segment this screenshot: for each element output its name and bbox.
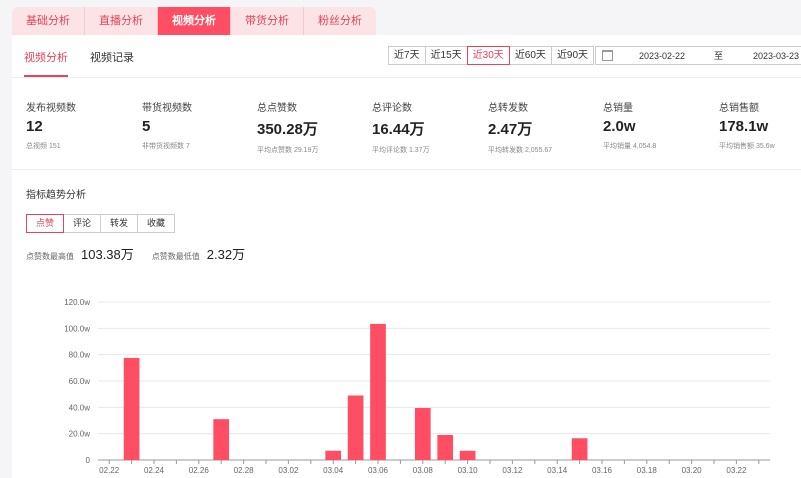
y-tick-label: 40.0w <box>69 403 91 412</box>
metric-comments[interactable]: 评论 <box>63 214 102 233</box>
date-separator: 至 <box>714 51 724 61</box>
x-tick-label: 03.08 <box>413 466 434 475</box>
stat-label: 总销售额 <box>719 103 759 114</box>
likes-bar-chart: 0 20.0w 40.0w 60.0w 80.0w 100.0w 120.0w 02.22 02… <box>64 298 770 475</box>
stat-sub: 平均销量 4,054.8 <box>603 143 657 150</box>
x-tick-label: 03.12 <box>502 466 523 475</box>
x-tick-label: 02.26 <box>189 466 210 475</box>
max-value: 103.38万 <box>81 247 134 262</box>
date-range-picker[interactable]: 2023-02-22 至 2023-03-23 <box>595 46 801 65</box>
y-tick-label: 100.0w <box>64 324 90 333</box>
main-tabs: 基础分析 直播分析 视频分析 带货分析 粉丝分析 <box>12 7 376 35</box>
range-15d[interactable]: 近15天 <box>424 46 468 65</box>
bar-02.23 <box>123 357 140 460</box>
x-tick-label: 03.10 <box>458 466 479 475</box>
x-tick-label: 02.24 <box>144 466 165 475</box>
bar-03.05 <box>347 395 364 460</box>
stat-value: 12 <box>26 118 43 135</box>
metric-favorites[interactable]: 收藏 <box>137 214 176 233</box>
stat-videos: 发布视频数 12 总视频 151 <box>26 99 136 151</box>
subtab-video-records[interactable]: 视频记录 <box>90 49 134 77</box>
y-tick-label: 80.0w <box>69 351 91 360</box>
x-tick-label: 03.20 <box>682 466 703 475</box>
stat-value: 2.0w <box>603 118 636 135</box>
metric-shares[interactable]: 转发 <box>100 214 139 233</box>
range-30d[interactable]: 近30天 <box>466 46 510 65</box>
stat-label: 带货视频数 <box>142 103 192 114</box>
stat-shares: 总转发数 2.47万 平均转发数 2,055.67 <box>488 99 598 155</box>
bar-02.27 <box>213 419 230 460</box>
stat-sub: 平均转发数 2,055.67 <box>488 147 553 154</box>
range-90d[interactable]: 近90天 <box>550 46 595 65</box>
stat-sub: 总视频 151 <box>26 143 61 150</box>
date-end[interactable]: 2023-03-23 <box>753 51 799 61</box>
range-7d[interactable]: 近7天 <box>388 46 426 65</box>
x-tick-label: 03.18 <box>637 466 658 475</box>
stat-goods-videos: 带货视频数 5 非带货视频数 7 <box>142 99 252 151</box>
stat-likes: 总点赞数 350.28万 平均点赞数 29.19万 <box>257 99 367 155</box>
subtab-video-analysis[interactable]: 视频分析 <box>24 49 68 77</box>
stat-sub: 平均评论数 1.37万 <box>372 147 430 154</box>
date-start[interactable]: 2023-02-22 <box>639 51 685 61</box>
metric-tabs: 点赞 评论 转发 收藏 <box>26 214 176 233</box>
divider <box>12 169 801 170</box>
stat-sub: 非带货视频数 7 <box>142 143 190 150</box>
x-tick-label: 03.02 <box>278 466 299 475</box>
x-tick-label: 03.22 <box>726 466 747 475</box>
stat-sales: 总销量 2.0w 平均销量 4,054.8 <box>603 99 713 151</box>
y-tick-label: 60.0w <box>69 377 91 386</box>
bar-03.10 <box>459 450 476 460</box>
bar-03.15 <box>571 438 588 460</box>
bar-03.04 <box>325 450 342 460</box>
max-min-summary: 点赞数最高值 103.38万 点赞数最低值 2.32万 <box>26 244 263 263</box>
stat-sub: 平均点赞数 29.19万 <box>257 147 319 154</box>
stat-label: 总评论数 <box>372 103 412 114</box>
y-tick-label: 20.0w <box>69 430 91 439</box>
stat-label: 总点赞数 <box>257 103 297 114</box>
max-label: 点赞数最高值 <box>26 252 74 261</box>
stat-value: 178.1w <box>719 118 769 135</box>
section-title: 指标趋势分析 <box>26 190 86 201</box>
stat-label: 总转发数 <box>488 103 528 114</box>
x-tick-label: 03.16 <box>592 466 613 475</box>
stat-revenue: 总销售额 178.1w 平均销售额 35.6w <box>719 99 801 151</box>
stat-value: 5 <box>142 118 151 135</box>
stat-label: 总销量 <box>603 103 633 114</box>
stat-sub: 平均销售额 35.6w <box>719 143 775 150</box>
min-value: 2.32万 <box>206 247 246 262</box>
content-card: 视频分析 视频记录 近7天 近15天 近30天 近60天 近90天 2023-0… <box>12 35 801 478</box>
calendar-icon <box>602 50 613 61</box>
x-tick-label: 02.22 <box>99 466 120 475</box>
divider <box>12 77 801 78</box>
x-tick-label: 03.06 <box>368 466 389 475</box>
stat-comments: 总评论数 16.44万 平均评论数 1.37万 <box>372 99 482 155</box>
bar-03.06 <box>370 323 386 460</box>
x-tick-label: 02.28 <box>234 466 255 475</box>
stat-value: 350.28万 <box>257 121 318 138</box>
tab-video[interactable]: 视频分析 <box>158 7 231 35</box>
bar-03.08 <box>414 407 431 460</box>
range-buttons: 近7天 近15天 近30天 近60天 近90天 <box>388 46 595 65</box>
stat-value: 2.47万 <box>488 121 533 138</box>
stat-label: 发布视频数 <box>26 103 76 114</box>
tab-basic[interactable]: 基础分析 <box>12 7 85 35</box>
min-label: 点赞数最低值 <box>151 252 200 261</box>
x-tick-label: 03.14 <box>547 466 568 475</box>
tab-live[interactable]: 直播分析 <box>85 7 158 35</box>
metric-likes[interactable]: 点赞 <box>26 214 65 233</box>
tab-fans[interactable]: 粉丝分析 <box>304 7 376 35</box>
y-tick-label: 0 <box>86 456 91 465</box>
sub-tabs: 视频分析 视频记录 <box>24 49 134 77</box>
range-60d[interactable]: 近60天 <box>508 46 552 65</box>
bar-03.09 <box>437 434 454 460</box>
x-tick-label: 03.04 <box>323 466 344 475</box>
stat-value: 16.44万 <box>372 121 425 138</box>
tab-goods[interactable]: 带货分析 <box>231 7 304 35</box>
y-tick-label: 120.0w <box>64 298 90 307</box>
